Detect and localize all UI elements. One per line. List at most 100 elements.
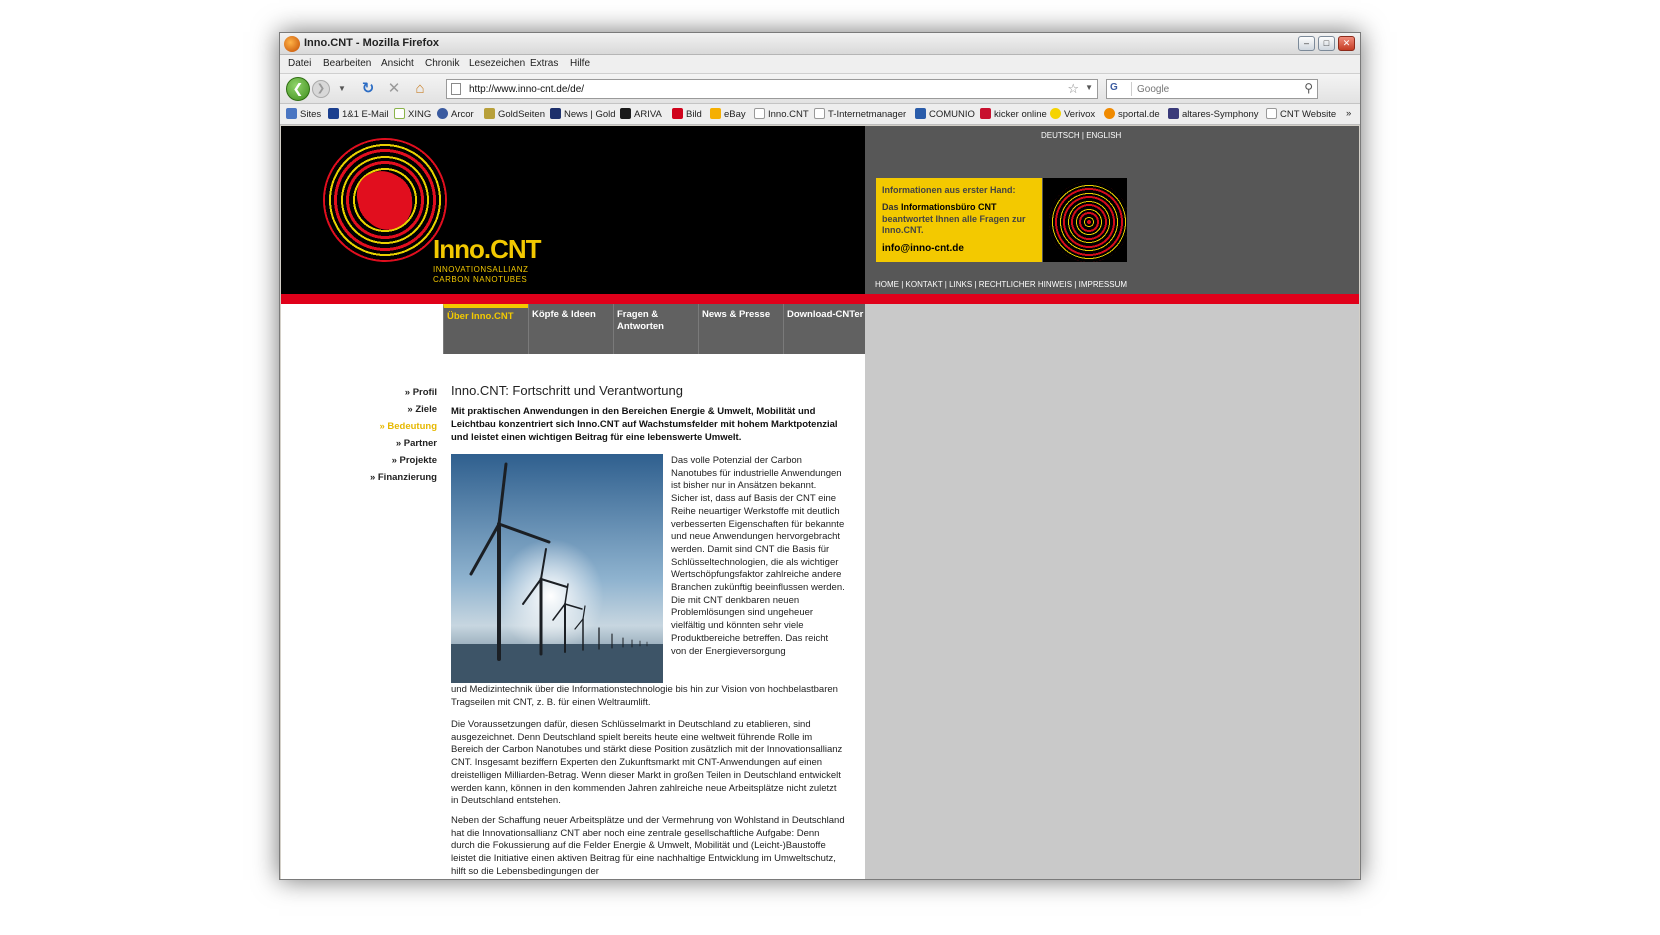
bookmark-item[interactable]: CNT Website [1266, 108, 1336, 120]
logo-name[interactable]: Inno.CNT [433, 234, 542, 265]
logo-subtitle: INNOVATIONSALLIANZ [433, 265, 529, 274]
sportal-icon [1104, 108, 1115, 119]
side-navigation: » Profil » Ziele » Bedeutung » Partner »… [369, 384, 437, 486]
page-icon [1266, 108, 1277, 119]
url-input[interactable] [467, 81, 1057, 97]
page-icon [451, 83, 461, 95]
bookmark-item[interactable]: Verivox [1050, 108, 1095, 120]
tab-news-presse[interactable]: News & Presse [698, 304, 783, 354]
ebay-icon [710, 108, 721, 119]
bookmark-item[interactable]: Arcor [437, 108, 474, 120]
info-text: beantwortet Ihnen alle Fragen zur Inno.C… [882, 214, 1026, 235]
tab-koepfe-ideen[interactable]: Köpfe & Ideen [528, 304, 613, 354]
bookmark-item[interactable]: altares-Symphony [1168, 108, 1259, 120]
address-bar[interactable]: ☆ ▼ [446, 79, 1098, 99]
firefox-icon [284, 36, 300, 52]
bookmarks-overflow-icon[interactable]: » [1346, 108, 1351, 119]
web-page: Inno.CNT INNOVATIONSALLIANZ CARBON NANOT… [281, 126, 1359, 879]
bookmark-item[interactable]: Inno.CNT [754, 108, 809, 120]
arcor-icon [437, 108, 448, 119]
home-icon[interactable]: ⌂ [410, 79, 430, 99]
search-icon[interactable]: ⚲ [1304, 81, 1313, 95]
bookmark-item[interactable]: Sites [286, 108, 321, 120]
menu-bar: Datei Bearbeiten Ansicht Chronik Lesezei… [280, 55, 1360, 74]
bookmark-item[interactable]: XING [394, 108, 431, 120]
sidenav-partner[interactable]: » Partner [369, 435, 437, 452]
red-divider [281, 294, 1359, 304]
menu-lesezeichen[interactable]: Lesezeichen [469, 58, 525, 69]
browser-window: Inno.CNT - Mozilla Firefox – □ ✕ Datei B… [279, 32, 1361, 880]
search-engine-icon[interactable]: G [1110, 82, 1132, 96]
window-title: Inno.CNT - Mozilla Firefox [304, 37, 440, 49]
url-dropdown-icon[interactable]: ▼ [1085, 83, 1093, 92]
bookmark-item[interactable]: News | Gold [550, 108, 616, 120]
menu-chronik[interactable]: Chronik [425, 58, 459, 69]
minimize-button[interactable]: – [1298, 36, 1315, 51]
close-button[interactable]: ✕ [1338, 36, 1355, 51]
sidenav-bedeutung[interactable]: » Bedeutung [369, 418, 437, 435]
article-paragraph: Die Voraussetzungen dafür, diesen Schlüs… [451, 719, 843, 807]
menu-bearbeiten[interactable]: Bearbeiten [323, 58, 371, 69]
bookmark-item[interactable]: COMUNIO [915, 108, 975, 120]
info-headline: Informationen aus erster Hand: [882, 185, 1016, 195]
menu-hilfe[interactable]: Hilfe [570, 58, 590, 69]
tab-download[interactable]: Download-CNTer [783, 304, 865, 354]
comunio-icon [915, 108, 926, 119]
title-bar: Inno.CNT - Mozilla Firefox – □ ✕ [280, 33, 1360, 55]
menu-extras[interactable]: Extras [530, 58, 558, 69]
sites-icon [286, 108, 297, 119]
forward-button[interactable]: ❯ [312, 80, 330, 98]
kicker-icon [980, 108, 991, 119]
reload-icon[interactable]: ↻ [358, 79, 378, 99]
page-icon [754, 108, 765, 119]
maximize-button[interactable]: □ [1318, 36, 1335, 51]
menu-ansicht[interactable]: Ansicht [381, 58, 414, 69]
article-paragraph: Das volle Potenzial der Carbon Nanotubes… [671, 455, 845, 657]
xing-icon [394, 108, 405, 119]
article-paragraph: und Medizintechnik über die Informations… [451, 684, 838, 708]
bookmark-item[interactable]: Bild [672, 108, 702, 120]
info-box: Informationen aus erster Hand: Das Infor… [876, 178, 1042, 262]
sidenav-finanzierung[interactable]: » Finanzierung [369, 469, 437, 486]
altares-icon [1168, 108, 1179, 119]
right-gray-panel [865, 304, 1359, 879]
top-navigation[interactable]: HOME | KONTAKT | LINKS | RECHTLICHER HIN… [875, 280, 1127, 289]
bookmark-item[interactable]: GoldSeiten [484, 108, 545, 120]
page-icon [814, 108, 825, 119]
article-title: Inno.CNT: Fortschritt und Verantwortung [451, 383, 683, 398]
goldseiten-icon [484, 108, 495, 119]
back-button[interactable]: ❮ [286, 77, 310, 101]
search-input[interactable] [1135, 81, 1285, 97]
wind-turbine-image [451, 454, 663, 683]
verivox-icon [1050, 108, 1061, 119]
bookmark-item[interactable]: 1&1 E-Mail [328, 108, 388, 120]
tab-ueber-inno-cnt[interactable]: Über Inno.CNT [443, 304, 528, 354]
navigation-toolbar: ❮ ❯ ▼ ↻ ✕ ⌂ ☆ ▼ G ⚲ [280, 74, 1360, 104]
logo-subtitle: CARBON NANOTUBES [433, 275, 528, 284]
one-and-one-icon [328, 108, 339, 119]
stop-icon[interactable]: ✕ [384, 79, 404, 99]
sidenav-ziele[interactable]: » Ziele [369, 401, 437, 418]
sidenav-projekte[interactable]: » Projekte [369, 452, 437, 469]
article-paragraph: Neben der Schaffung neuer Arbeitsplätze … [451, 815, 845, 877]
bookmark-item[interactable]: ARIVA [620, 108, 662, 120]
language-switch[interactable]: DEUTSCH | ENGLISH [1041, 131, 1121, 140]
bookmark-item[interactable]: sportal.de [1104, 108, 1160, 120]
news-gold-icon [550, 108, 561, 119]
wind-turbines-photo [451, 454, 663, 683]
info-office: Das Informationsbüro CNT [882, 202, 997, 212]
bookmarks-toolbar: Sites 1&1 E-Mail XING Arcor GoldSeiten N… [280, 104, 1360, 125]
info-email-link[interactable]: info@inno-cnt.de [882, 243, 964, 254]
search-box[interactable]: G ⚲ [1106, 79, 1318, 99]
bookmark-star-icon[interactable]: ☆ [1067, 81, 1079, 97]
sidenav-profil[interactable]: » Profil [369, 384, 437, 401]
bookmark-item[interactable]: T-Internetmanager [814, 108, 906, 120]
menu-datei[interactable]: Datei [288, 58, 311, 69]
bookmark-item[interactable]: eBay [710, 108, 746, 120]
history-dropdown-icon[interactable]: ▼ [332, 79, 352, 99]
ariva-icon [620, 108, 631, 119]
bookmark-item[interactable]: kicker online [980, 108, 1047, 120]
article-intro: Mit praktischen Anwendungen in den Berei… [451, 406, 838, 443]
tab-fragen-antworten[interactable]: Fragen & Antworten [613, 304, 698, 354]
info-logo-icon [1043, 178, 1127, 262]
